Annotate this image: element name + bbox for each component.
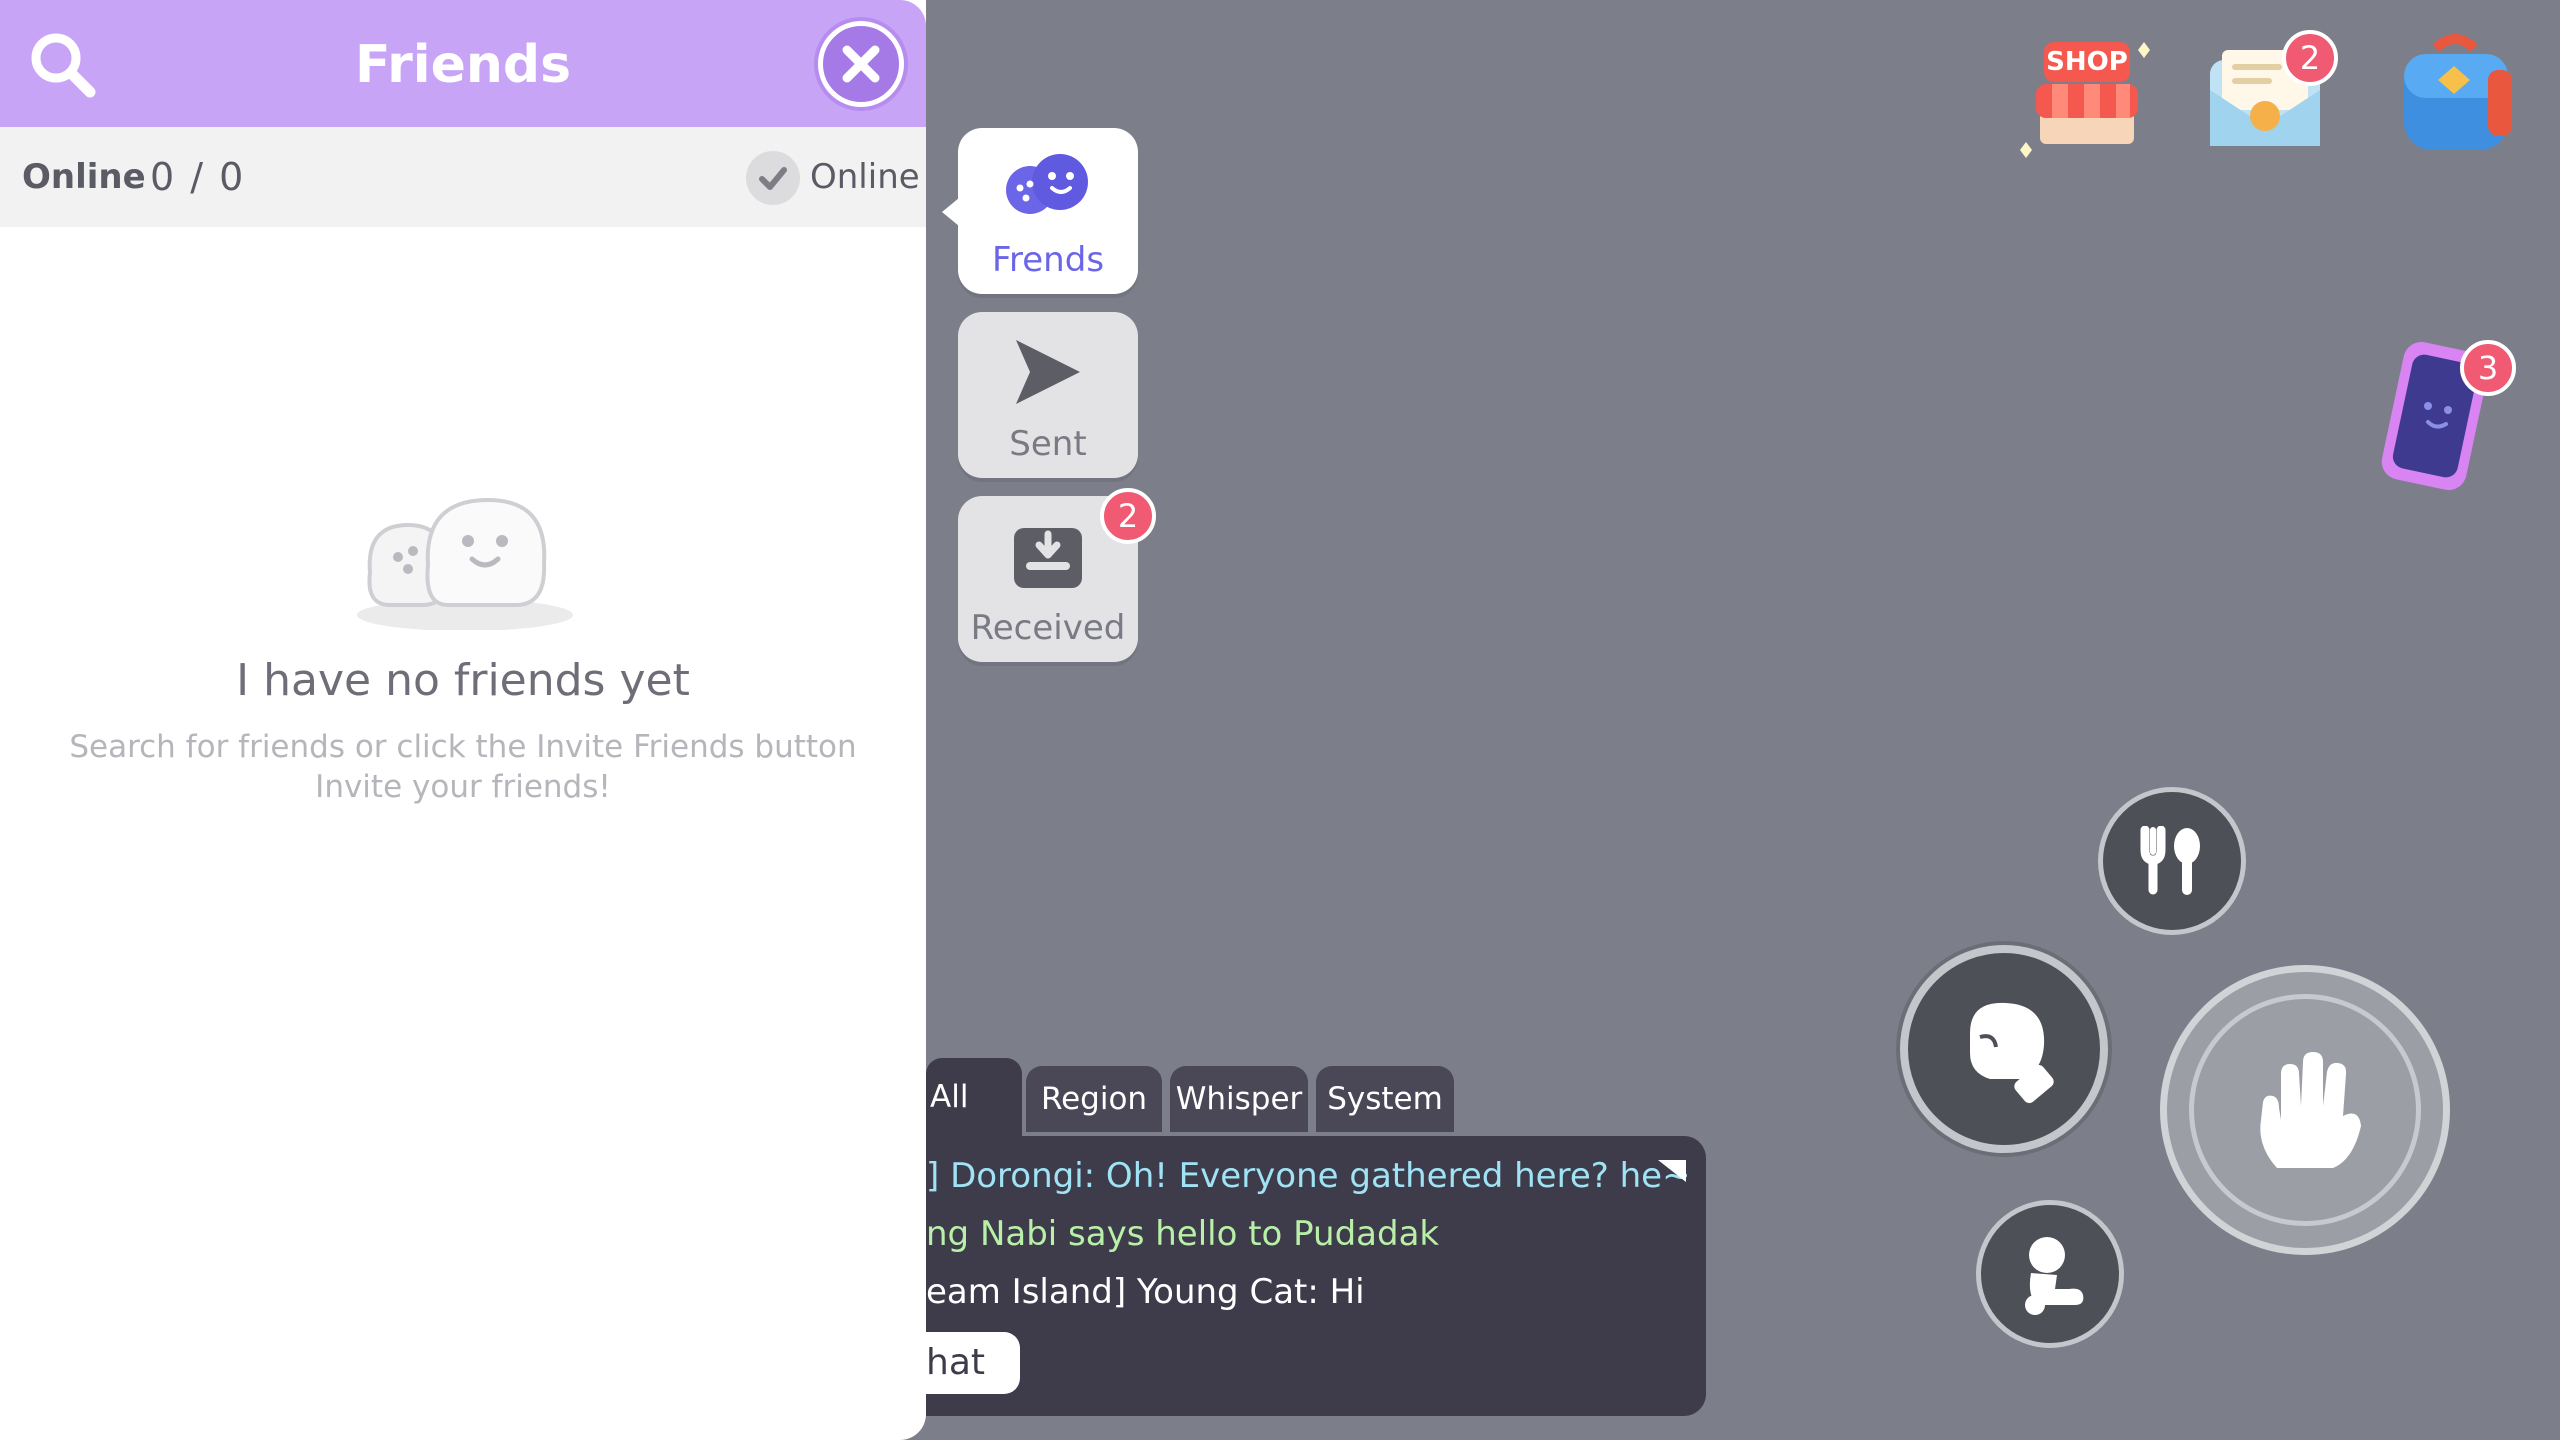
search-icon[interactable] xyxy=(26,28,100,102)
friends-panel-header: Friends xyxy=(0,0,926,127)
mail-count-badge: 2 xyxy=(2282,30,2338,86)
empty-state-title: I have no friends yet xyxy=(236,655,690,706)
phone-card-button[interactable]: 3 xyxy=(2370,330,2516,500)
chat-message: eam Island] Young Cat: Hi xyxy=(926,1272,1365,1312)
close-button[interactable] xyxy=(818,21,904,107)
chat-log[interactable]: ] Dorongi: Oh! Everyone gathered here? h… xyxy=(926,1136,1706,1416)
phone-count-badge: 3 xyxy=(2460,340,2516,396)
close-icon xyxy=(842,45,880,83)
tab-received[interactable]: Received 2 xyxy=(958,488,1156,662)
sit-action-button[interactable] xyxy=(1976,1200,2124,1348)
chat-input-button[interactable]: hat xyxy=(926,1332,1020,1394)
check-icon xyxy=(759,167,787,190)
online-filter-checkbox[interactable] xyxy=(746,151,800,205)
inventory-bag-button[interactable] xyxy=(2390,30,2520,160)
empty-state-line-1: Search for friends or click the Invite F… xyxy=(69,729,857,765)
received-count-badge: 2 xyxy=(1100,488,1156,544)
online-label: Online xyxy=(22,157,146,197)
chat-expand-icon[interactable] xyxy=(1656,1158,1688,1184)
chat-message: ] Dorongi: Oh! Everyone gathered here? h… xyxy=(926,1156,1691,1196)
waving-hand-icon xyxy=(2260,1052,2361,1168)
chat-tab-region[interactable]: Region xyxy=(1026,1066,1162,1132)
tab-sent[interactable]: Sent xyxy=(958,312,1138,478)
boxing-glove-icon xyxy=(1970,1002,2054,1104)
online-count: 0 / 0 xyxy=(150,155,246,199)
online-filter-label[interactable]: Online xyxy=(810,127,920,227)
fork-spoon-icon xyxy=(2140,826,2200,895)
empty-state-description: Search for friends or click the Invite F… xyxy=(0,727,926,807)
eat-action-button[interactable] xyxy=(2098,787,2246,935)
shop-label: SHOP xyxy=(2046,47,2128,77)
punch-action-button[interactable] xyxy=(1900,945,2108,1153)
friends-panel: Friends Online 0 / 0 Online I have no fr… xyxy=(0,0,926,1440)
no-friends-illustration xyxy=(350,455,580,631)
mail-button[interactable]: 2 xyxy=(2200,30,2338,160)
online-status-bar: Online 0 / 0 Online xyxy=(0,127,926,227)
tab-sent-label: Sent xyxy=(1009,424,1087,464)
shop-button[interactable]: SHOP xyxy=(2010,30,2160,160)
friends-icon xyxy=(1006,154,1088,214)
sitting-character-icon xyxy=(2025,1237,2084,1315)
chat-tab-whisper[interactable]: Whisper xyxy=(1170,1066,1308,1132)
panel-title: Friends xyxy=(354,35,572,95)
chat-message: ng Nabi says hello to Pudadak xyxy=(926,1214,1440,1254)
tab-friends-label: Frends xyxy=(991,240,1105,280)
tab-friends[interactable]: Frends xyxy=(958,128,1138,294)
chat-tab-all[interactable]: All xyxy=(926,1058,1022,1138)
send-icon xyxy=(1016,340,1080,404)
chat-tab-system[interactable]: System xyxy=(1316,1066,1454,1132)
wave-action-button[interactable] xyxy=(2160,965,2450,1255)
backpack-icon xyxy=(2404,34,2512,150)
inbox-download-icon xyxy=(1014,528,1082,588)
empty-state-line-2: Invite your friends! xyxy=(315,769,611,805)
active-tab-pointer xyxy=(942,198,959,226)
tab-received-label: Received xyxy=(970,608,1126,648)
